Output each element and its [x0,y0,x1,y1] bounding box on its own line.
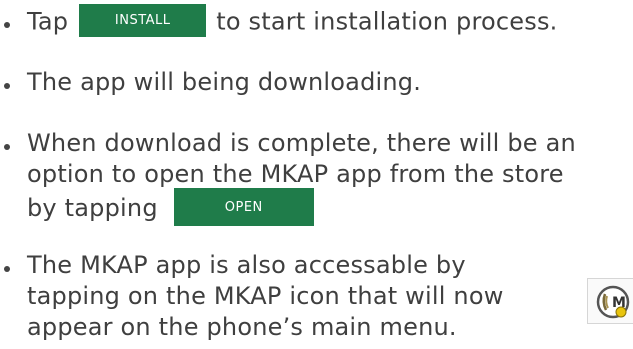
instruction-text: When download is complete, there will be… [27,128,576,226]
instruction-text-end: to start installation process. [216,7,558,36]
install-button[interactable]: INSTALL [79,4,207,37]
instruction-text-start: Tap [27,7,69,36]
instruction-text: The MKAP app is also accessable by tappi… [27,250,504,343]
instruction-list: Tap INSTALL to start installation process.… [0,0,633,349]
instruction-line: by tapping [27,194,158,222]
instruction-line: When download is complete, there will be… [27,129,576,157]
bullet-icon [4,83,10,89]
instruction-line: The app will being downloading. [27,68,422,96]
bullet-icon [4,144,10,150]
instruction-line: option to open the MKAP app from the sto… [27,160,564,188]
bullet-icon [4,266,10,272]
instruction-text: Tap INSTALL to start installation process. [27,4,558,37]
instruction-line: The MKAP app is also accessable by [27,251,466,279]
open-button[interactable]: OPEN [173,188,314,226]
instruction-line: tapping on the MKAP icon that will now [27,282,504,310]
mkap-logo-icon: M [596,285,630,319]
bullet-icon [4,22,10,28]
instruction-text: The app will being downloading. [27,67,421,98]
mkap-app-icon: M [587,278,633,324]
instruction-line: appear on the phone’s main menu. [27,313,457,341]
